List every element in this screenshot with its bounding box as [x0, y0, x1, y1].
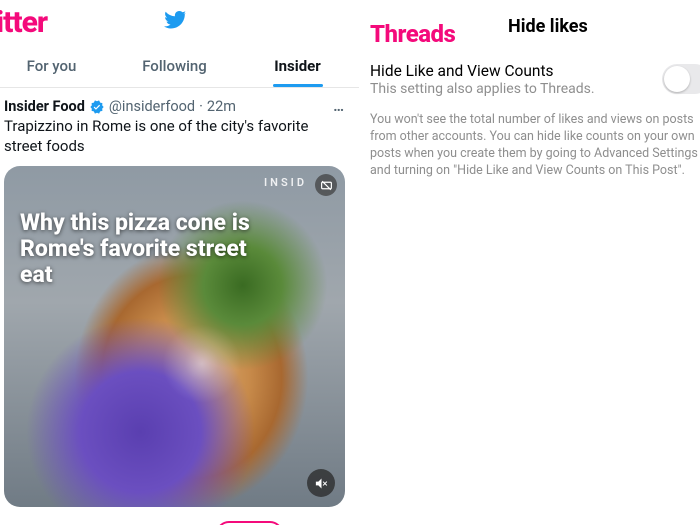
tweet-header: Insider Food @insiderfood · 22m … — [4, 98, 345, 115]
tweet-separator: · — [199, 98, 203, 115]
twitter-wordmark-partial: itter — [0, 5, 47, 40]
mute-icon[interactable] — [307, 469, 335, 497]
media-watermark: INSID — [264, 176, 307, 189]
tweet-author[interactable]: Insider Food — [4, 98, 85, 115]
tweet-time[interactable]: 22m — [207, 98, 236, 115]
hide-likes-setting-row: Hide Like and View Counts This setting a… — [370, 62, 700, 99]
tweet-handle[interactable]: @insiderfood — [109, 98, 195, 115]
threads-wordmark: Threads — [370, 20, 455, 48]
setting-label: Hide Like and View Counts — [370, 62, 652, 81]
media-headline: Why this pizza cone is Rome's favorite s… — [20, 210, 255, 287]
tab-for-you[interactable]: For you — [0, 44, 113, 87]
tweet-media[interactable]: INSID Why this pizza cone is Rome's favo… — [4, 166, 345, 507]
twitter-header: itter — [0, 0, 359, 44]
page-title: Hide likes — [508, 16, 588, 37]
twitter-panel: itter For you Following Insider Insider … — [0, 0, 360, 525]
tweet[interactable]: Insider Food @insiderfood · 22m … Trapiz… — [0, 88, 359, 513]
views-button[interactable]: 229 — [216, 521, 283, 525]
tweet-actions: 3 229 — [0, 513, 359, 525]
setting-sublabel: This setting also applies to Threads. — [370, 81, 652, 99]
hide-likes-toggle[interactable] — [662, 64, 700, 94]
tweet-text: Trapizzino in Rome is one of the city's … — [4, 117, 345, 156]
closed-captions-off-icon[interactable] — [315, 174, 337, 196]
tab-following[interactable]: Following — [113, 44, 236, 87]
tab-insider[interactable]: Insider — [236, 44, 359, 87]
threads-panel: Threads Hide likes Hide Like and View Co… — [360, 0, 700, 525]
setting-text: Hide Like and View Counts This setting a… — [370, 62, 652, 99]
setting-description: You won't see the total number of likes … — [370, 112, 700, 180]
twitter-logo-icon — [163, 8, 187, 36]
tweet-more-icon[interactable]: … — [333, 98, 345, 115]
feed-tabs: For you Following Insider — [0, 44, 359, 88]
verified-badge-icon — [89, 99, 105, 115]
